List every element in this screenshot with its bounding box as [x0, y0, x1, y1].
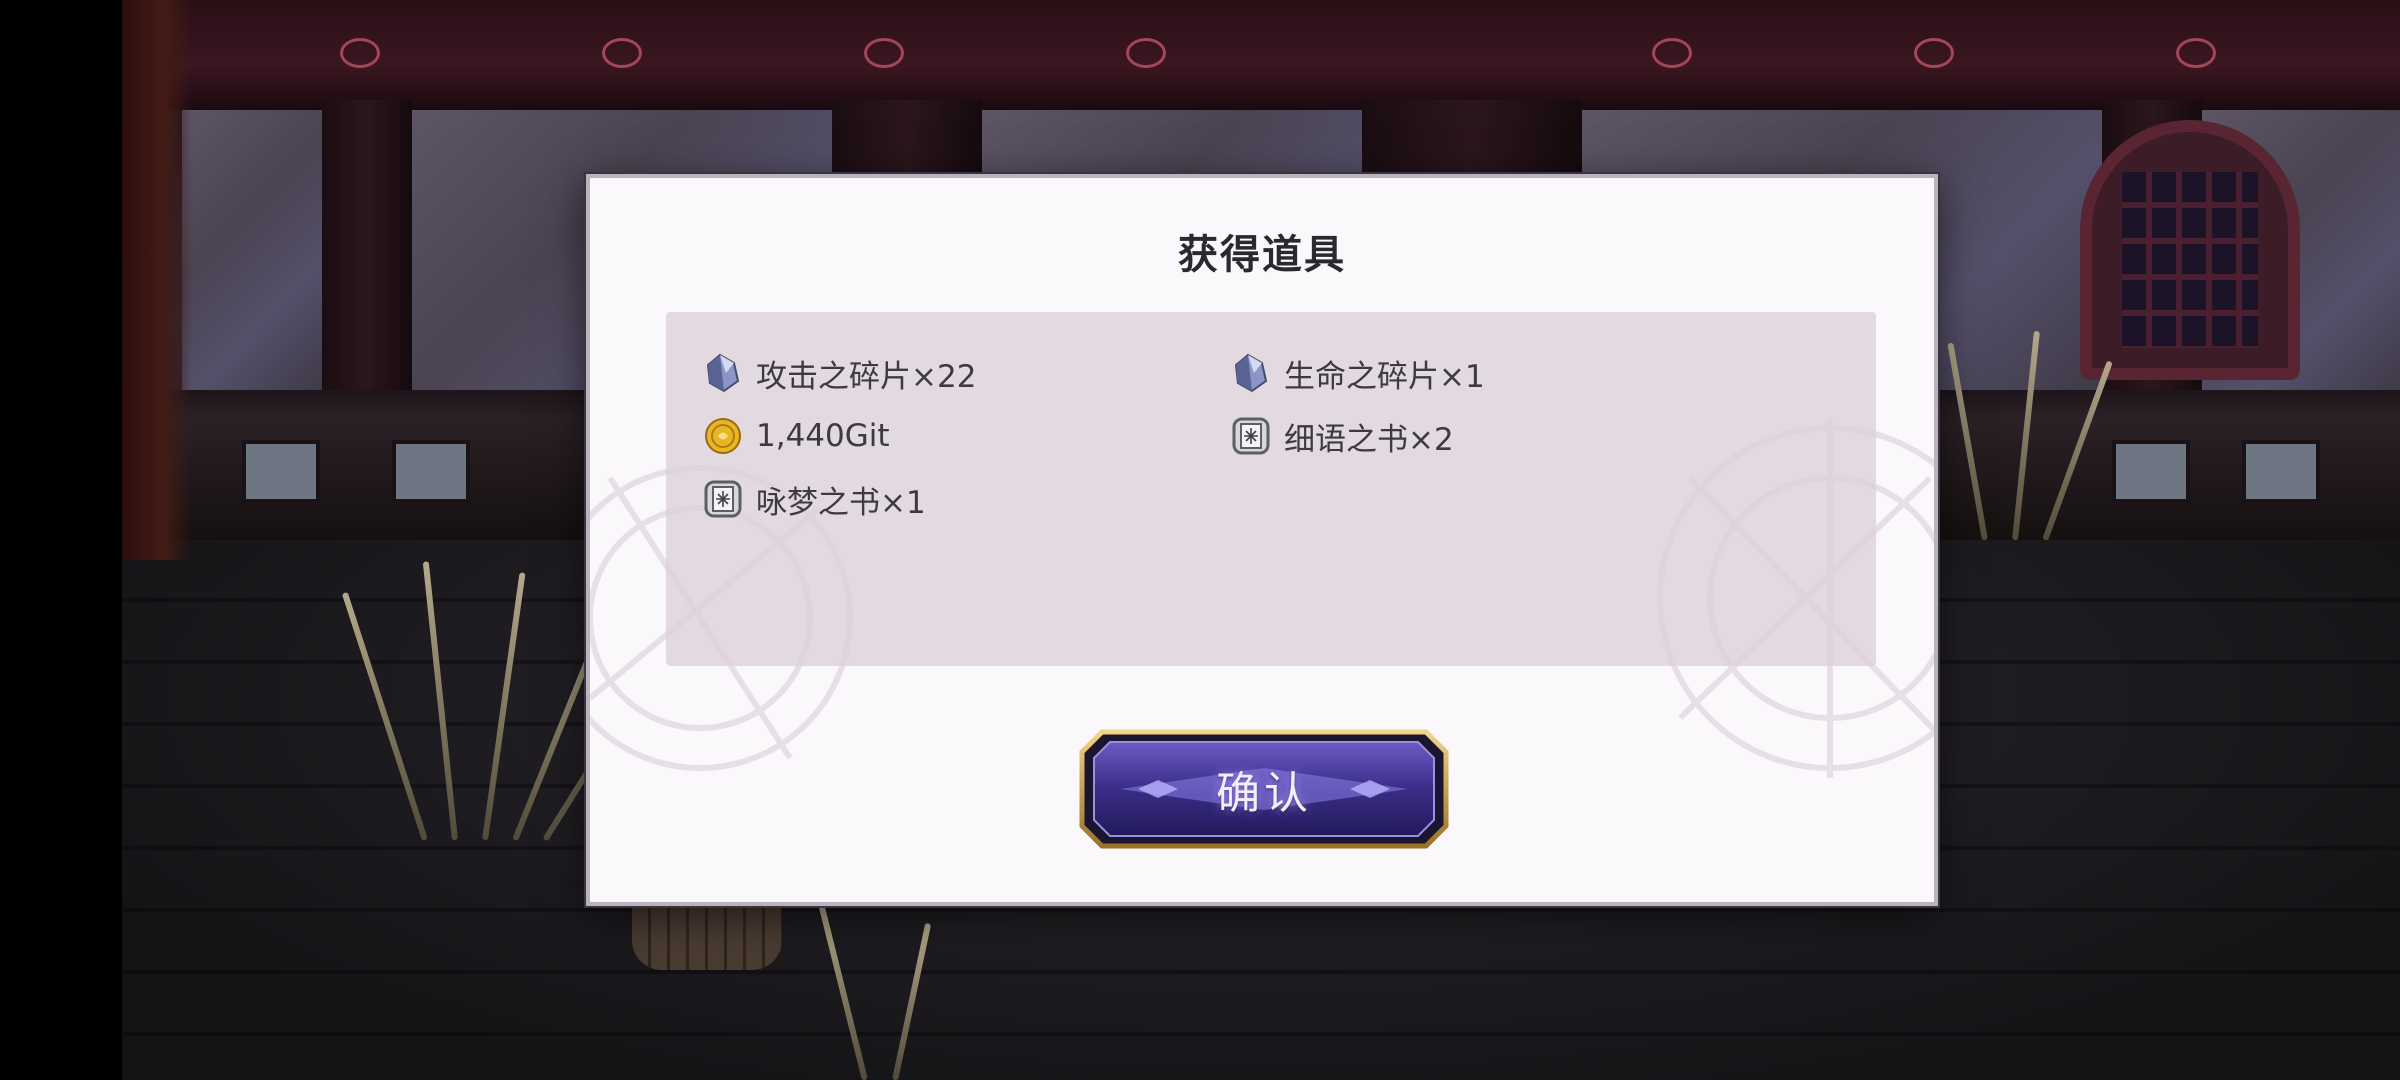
railing-opening — [242, 440, 320, 503]
reward-item-label: 生命之碎片×1 — [1284, 358, 1485, 395]
confirm-button-label: 确认 — [1216, 768, 1312, 819]
beam-ornament — [602, 38, 642, 68]
reward-item-label: 攻击之碎片×22 — [756, 358, 977, 395]
book-icon — [702, 478, 744, 520]
roof-beam — [122, 0, 2400, 110]
reward-item: 生命之碎片×1 — [1230, 350, 1485, 396]
beam-ornament — [864, 38, 904, 68]
reward-item: 攻击之碎片×22 — [702, 350, 976, 396]
game-screen: 获得道具 攻击之碎片×22 生命之碎片×1 1,440Git 细语之书×2 咏梦… — [0, 0, 2400, 1080]
dialog-title: 获得道具 — [1178, 232, 1346, 278]
wall-panel — [182, 110, 322, 390]
beam-ornament — [340, 38, 380, 68]
beam-ornament — [2176, 38, 2216, 68]
beam-ornament — [1126, 38, 1166, 68]
confirm-button[interactable]: 确认 — [1078, 728, 1450, 850]
crystal-shard-icon — [702, 352, 744, 394]
book-icon — [1230, 415, 1272, 457]
gold-coin-icon — [702, 415, 744, 457]
reward-item-label: 咏梦之书×1 — [756, 484, 926, 521]
crystal-shard-icon — [1230, 352, 1272, 394]
railing-opening — [2242, 440, 2320, 503]
curtain — [122, 0, 192, 560]
railing-opening — [392, 440, 470, 503]
reward-items-panel: 攻击之碎片×22 生命之碎片×1 1,440Git 细语之书×2 咏梦之书×1 — [666, 312, 1876, 666]
reward-item: 细语之书×2 — [1230, 413, 1454, 459]
beam-ornament — [1652, 38, 1692, 68]
reward-item-label: 1,440Git — [756, 418, 890, 454]
reward-dialog: 获得道具 攻击之碎片×22 生命之碎片×1 1,440Git 细语之书×2 咏梦… — [586, 174, 1938, 906]
reward-item: 1,440Git — [702, 413, 890, 459]
arched-lattice-window — [2080, 120, 2300, 380]
reward-item: 咏梦之书×1 — [702, 476, 926, 522]
beam-ornament — [1914, 38, 1954, 68]
reward-item-label: 细语之书×2 — [1284, 421, 1454, 458]
railing-opening — [2112, 440, 2190, 503]
